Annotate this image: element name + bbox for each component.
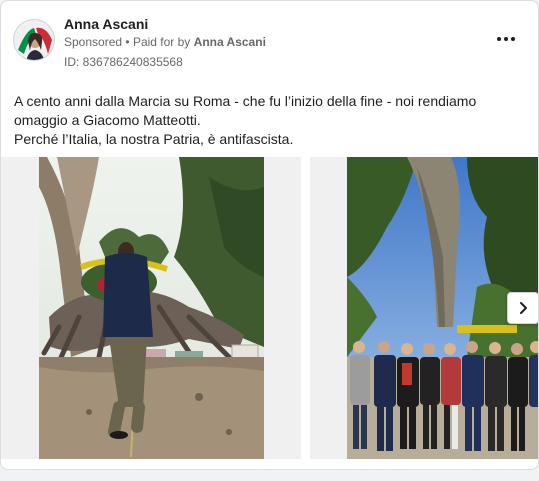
post-header: Anna Ascani Sponsored • Paid for by Anna… [1,1,538,81]
ad-post-card: Anna Ascani Sponsored • Paid for by Anna… [0,0,539,470]
avatar[interactable] [13,19,55,61]
paid-for-prefix: Paid for by [132,35,191,49]
more-options-button[interactable] [492,29,520,49]
author-name[interactable]: Anna Ascani [64,16,148,32]
paid-for-name[interactable]: Anna Ascani [194,35,266,49]
sponsored-line: Sponsored • Paid for by Anna Ascani [64,35,266,49]
carousel-next-button[interactable] [507,292,538,324]
post-text-line: A cento anni dalla Marcia su Roma - che … [14,93,477,128]
image-carousel [1,157,538,459]
more-dot [504,37,508,41]
carousel-slide-1[interactable] [1,157,301,459]
more-dot [511,37,515,41]
post-text: A cento anni dalla Marcia su Roma - che … [14,92,529,149]
post-text-line: Perché l’Italia, la nostra Patria, è ant… [14,131,294,147]
sponsored-label: Sponsored [64,35,123,49]
more-horizontal-icon [497,37,501,41]
ad-id: ID: 836786240835568 [64,55,183,69]
monument-wreath-photo[interactable] [39,157,264,459]
carousel-slide-2[interactable] [310,157,538,459]
chevron-right-icon [520,302,527,314]
separator-dot: • [125,35,130,49]
